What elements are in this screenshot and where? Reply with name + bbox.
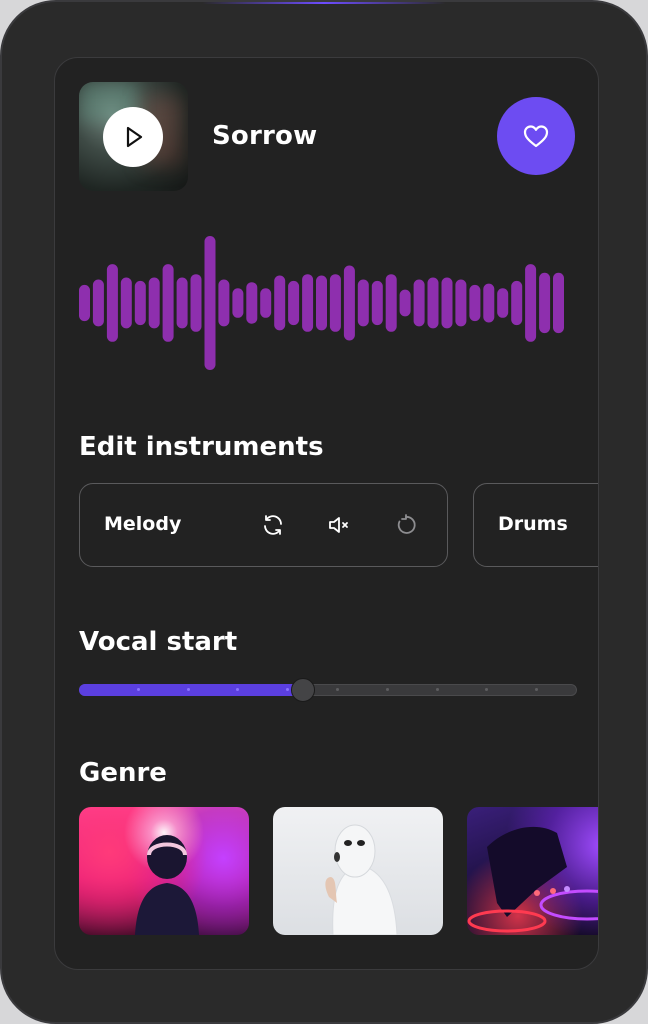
- waveform-bar: [371, 280, 383, 326]
- instrument-label: Drums: [498, 513, 568, 535]
- dj-image: [467, 826, 598, 933]
- device-frame: Sorrow Edit instruments Melody Drums Voc…: [0, 0, 648, 1024]
- slider-tick: [186, 688, 190, 691]
- waveform-bar: [302, 274, 314, 332]
- slider-fill: [79, 684, 304, 696]
- section-title-vocal-start: Vocal start: [79, 627, 238, 657]
- waveform-bar: [120, 277, 132, 329]
- person-image: [325, 824, 398, 935]
- waveform-bar: [469, 284, 481, 322]
- favorite-button[interactable]: [497, 97, 575, 175]
- waveform-bar: [553, 272, 564, 334]
- play-button[interactable]: [103, 107, 163, 167]
- waveform-bar: [148, 277, 160, 329]
- waveform-bar: [204, 236, 216, 370]
- waveform-bar: [176, 277, 188, 329]
- slider-tick: [435, 688, 439, 691]
- waveform-bar: [232, 288, 244, 318]
- waveform-bar: [274, 275, 286, 331]
- slider-tick: [136, 688, 140, 691]
- waveform-bar: [106, 264, 118, 342]
- waveform[interactable]: [79, 236, 564, 370]
- waveform-bar: [92, 279, 104, 327]
- waveform-bar: [316, 275, 327, 331]
- waveform-bar: [190, 274, 202, 332]
- waveform-bar: [511, 280, 523, 326]
- waveform-bar: [79, 284, 90, 322]
- waveform-bar: [162, 264, 174, 342]
- waveform-bar: [288, 280, 300, 326]
- waveform-bar: [385, 274, 397, 332]
- person-image: [135, 835, 199, 935]
- genre-tile[interactable]: [467, 807, 598, 935]
- section-title-genre: Genre: [79, 758, 167, 788]
- waveform-bar: [218, 279, 230, 327]
- waveform-bar: [343, 265, 355, 341]
- waveform-bar: [441, 277, 453, 329]
- waveform-bar: [134, 280, 146, 326]
- slider-tick: [336, 688, 339, 691]
- track-title: Sorrow: [212, 121, 318, 151]
- instrument-label: Melody: [104, 513, 182, 535]
- instrument-card-melody[interactable]: Melody: [79, 483, 448, 567]
- waveform-bar: [455, 279, 467, 327]
- sync-icon[interactable]: [259, 511, 287, 539]
- waveform-bar: [525, 264, 537, 342]
- genre-tile[interactable]: [273, 807, 443, 935]
- waveform-bar: [539, 272, 551, 334]
- vocal-start-slider[interactable]: [79, 678, 577, 702]
- player-card: Sorrow Edit instruments Melody Drums Voc…: [54, 57, 599, 970]
- waveform-bar: [497, 288, 509, 318]
- waveform-bar: [483, 283, 495, 323]
- play-icon: [126, 126, 143, 148]
- waveform-bar: [413, 279, 425, 327]
- section-title-edit-instruments: Edit instruments: [79, 432, 324, 462]
- instrument-list: Melody Drums: [79, 483, 598, 567]
- instrument-card-drums[interactable]: Drums: [473, 483, 598, 567]
- waveform-bar: [260, 288, 272, 318]
- slider-tick: [385, 688, 389, 691]
- waveform-bar: [357, 279, 369, 327]
- waveform-bar: [246, 282, 258, 324]
- reset-icon[interactable]: [392, 511, 420, 539]
- waveform-bar: [329, 274, 341, 332]
- mute-icon[interactable]: [325, 511, 353, 539]
- heart-icon: [523, 125, 549, 148]
- genre-tile[interactable]: [79, 807, 249, 935]
- slider-thumb[interactable]: [291, 678, 316, 702]
- waveform-bar: [399, 289, 411, 317]
- waveform-bar: [427, 277, 439, 329]
